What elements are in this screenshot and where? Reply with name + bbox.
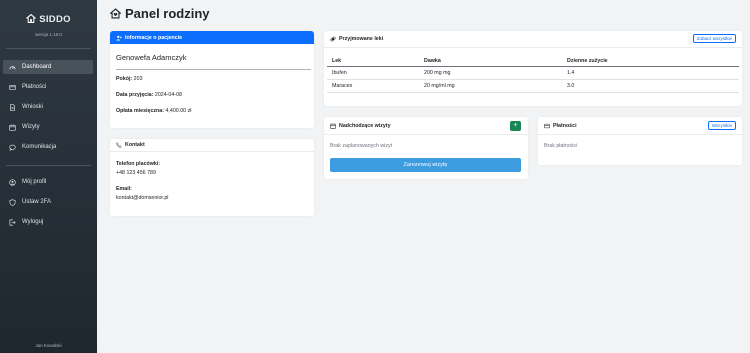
patient-info-title: Informacje o pacjencie bbox=[125, 34, 183, 41]
payments-empty-text: Brak płatności bbox=[544, 143, 578, 149]
contact-card: Kontakt Telefon placówki: +48 123 456 78… bbox=[110, 139, 314, 216]
sidebar-item-label: Ustaw 2FA bbox=[22, 199, 52, 205]
app-version: wersja 1.16.0 bbox=[35, 32, 62, 37]
contact-title: Kontakt bbox=[125, 142, 145, 148]
table-row: Maracex 20 mg/ml mg 3.0 bbox=[327, 79, 739, 93]
calendar-icon bbox=[9, 123, 16, 131]
gauge-icon bbox=[9, 64, 16, 71]
admission-value: 2024-04-08 bbox=[154, 92, 182, 98]
sidebar-item-visits[interactable]: Wizyty bbox=[3, 120, 93, 134]
phone-icon bbox=[116, 142, 122, 148]
sidebar-item-dashboard[interactable]: Dashboard bbox=[3, 60, 93, 74]
user-circle-icon bbox=[9, 178, 16, 186]
shield-icon bbox=[9, 198, 16, 206]
table-cell: 3.0 bbox=[562, 79, 739, 93]
table-cell: Ibufen bbox=[327, 66, 419, 80]
column-header: Dawka bbox=[419, 55, 562, 67]
credit-card-icon bbox=[9, 84, 16, 91]
sidebar-item-label: Komunikacja bbox=[22, 144, 57, 150]
medications-card: Przyjmowane leki Zobacz wszystkie Lek Da… bbox=[324, 31, 742, 106]
sidebar-item-label: Dashboard bbox=[22, 64, 52, 70]
sidebar-item-label: Wyloguj bbox=[22, 219, 44, 225]
phone-value: +48 123 456 789 bbox=[116, 169, 156, 176]
table-cell: 1.4 bbox=[562, 66, 739, 80]
table-row: Ibufen 200 mg mg 1.4 bbox=[327, 66, 739, 80]
table-cell: Maracex bbox=[327, 79, 419, 93]
sidebar-divider bbox=[6, 165, 91, 166]
medications-header: Przyjmowane leki bbox=[324, 31, 742, 48]
sidebar-divider bbox=[6, 48, 91, 49]
medications-title: Przyjmowane leki bbox=[339, 36, 384, 42]
contact-email: Email: kontakt@domsenior.pl bbox=[116, 185, 169, 202]
column-header: Dzienne zużycie bbox=[562, 55, 739, 67]
sidebar-item-profile[interactable]: Mój profil bbox=[3, 175, 93, 189]
add-visit-button[interactable]: + bbox=[510, 121, 521, 131]
sidebar-item-requests[interactable]: Wnioski bbox=[3, 100, 93, 114]
medications-table: Lek Dawka Dzienne zużycie Ibufen 200 mg … bbox=[327, 55, 739, 93]
admission-label: Data przyjęcia: bbox=[116, 92, 154, 98]
visits-card: Nadchodzące wizyty + Brak zaplanowanych … bbox=[324, 117, 528, 179]
calendar-icon bbox=[330, 122, 336, 129]
visits-empty-text: Brak zaplanowanych wizyt bbox=[330, 143, 393, 149]
patient-fee: Opłata miesięczna: 4,400.00 zł bbox=[116, 108, 191, 114]
book-visit-button[interactable]: Zarezerwuj wizytę bbox=[330, 158, 521, 172]
capsule-icon bbox=[330, 36, 336, 42]
brand-name: SIDDO bbox=[39, 14, 71, 25]
sidebar-item-payments[interactable]: Płatności bbox=[3, 80, 93, 94]
visits-header: Nadchodzące wizyty bbox=[324, 117, 528, 135]
sidebar: SIDDO wersja 1.16.0 Dashboard Płatności … bbox=[0, 0, 97, 353]
page-title: Panel rodziny bbox=[110, 6, 210, 21]
logout-icon bbox=[9, 219, 16, 226]
file-icon bbox=[9, 103, 16, 111]
sidebar-item-logout[interactable]: Wyloguj bbox=[3, 215, 93, 229]
payments-title: Płatności bbox=[553, 122, 577, 129]
see-all-meds-button[interactable]: Zobacz wszystkie bbox=[692, 34, 736, 43]
room-label: Pokój: bbox=[116, 76, 133, 82]
house-icon bbox=[26, 14, 37, 23]
sidebar-item-label: Wizyty bbox=[22, 124, 40, 130]
patient-admission: Data przyjęcia: 2024-04-08 bbox=[116, 92, 182, 98]
patient-info-header: Informacje o pacjencie bbox=[110, 31, 314, 44]
contact-header: Kontakt bbox=[110, 139, 314, 152]
phone-label: Telefon placówki: bbox=[116, 161, 161, 167]
credit-card-icon bbox=[544, 123, 550, 128]
table-header-row: Lek Dawka Dzienne zużycie bbox=[327, 55, 739, 67]
visits-title: Nadchodzące wizyty bbox=[339, 122, 391, 129]
current-user: Jan Kowalski bbox=[35, 343, 62, 348]
patient-info-card: Informacje o pacjencie Genowefa Adamczyk… bbox=[110, 31, 314, 128]
room-value: 203 bbox=[133, 76, 143, 82]
sidebar-item-communication[interactable]: Komunikacja bbox=[3, 140, 93, 154]
payments-card: Płatności Wszystkie Brak płatności bbox=[538, 117, 742, 165]
fee-value: 4,400.00 zł bbox=[165, 108, 192, 114]
column-header: Lek bbox=[327, 55, 419, 67]
patient-room: Pokój: 203 bbox=[116, 76, 143, 82]
brand[interactable]: SIDDO bbox=[0, 14, 97, 25]
email-label: Email: bbox=[116, 186, 132, 192]
chat-icon bbox=[9, 144, 16, 151]
fee-label: Opłata miesięczna: bbox=[116, 108, 164, 114]
divider bbox=[116, 69, 311, 70]
email-value[interactable]: kontakt@domsenior.pl bbox=[116, 194, 169, 203]
contact-phone: Telefon placówki: +48 123 456 789 bbox=[116, 160, 160, 177]
house-heart-icon bbox=[110, 8, 121, 19]
sidebar-item-label: Płatności bbox=[22, 84, 47, 90]
user-plus-icon bbox=[116, 35, 122, 40]
table-cell: 200 mg mg bbox=[419, 66, 562, 80]
sidebar-item-label: Mój profil bbox=[22, 179, 47, 185]
sidebar-item-2fa[interactable]: Ustaw 2FA bbox=[3, 195, 93, 209]
all-payments-button[interactable]: Wszystkie bbox=[707, 121, 736, 130]
page-title-text: Panel rodziny bbox=[125, 6, 210, 21]
sidebar-item-label: Wnioski bbox=[22, 104, 44, 110]
patient-name: Genowefa Adamczyk bbox=[116, 53, 187, 62]
table-cell: 20 mg/ml mg bbox=[419, 79, 562, 93]
